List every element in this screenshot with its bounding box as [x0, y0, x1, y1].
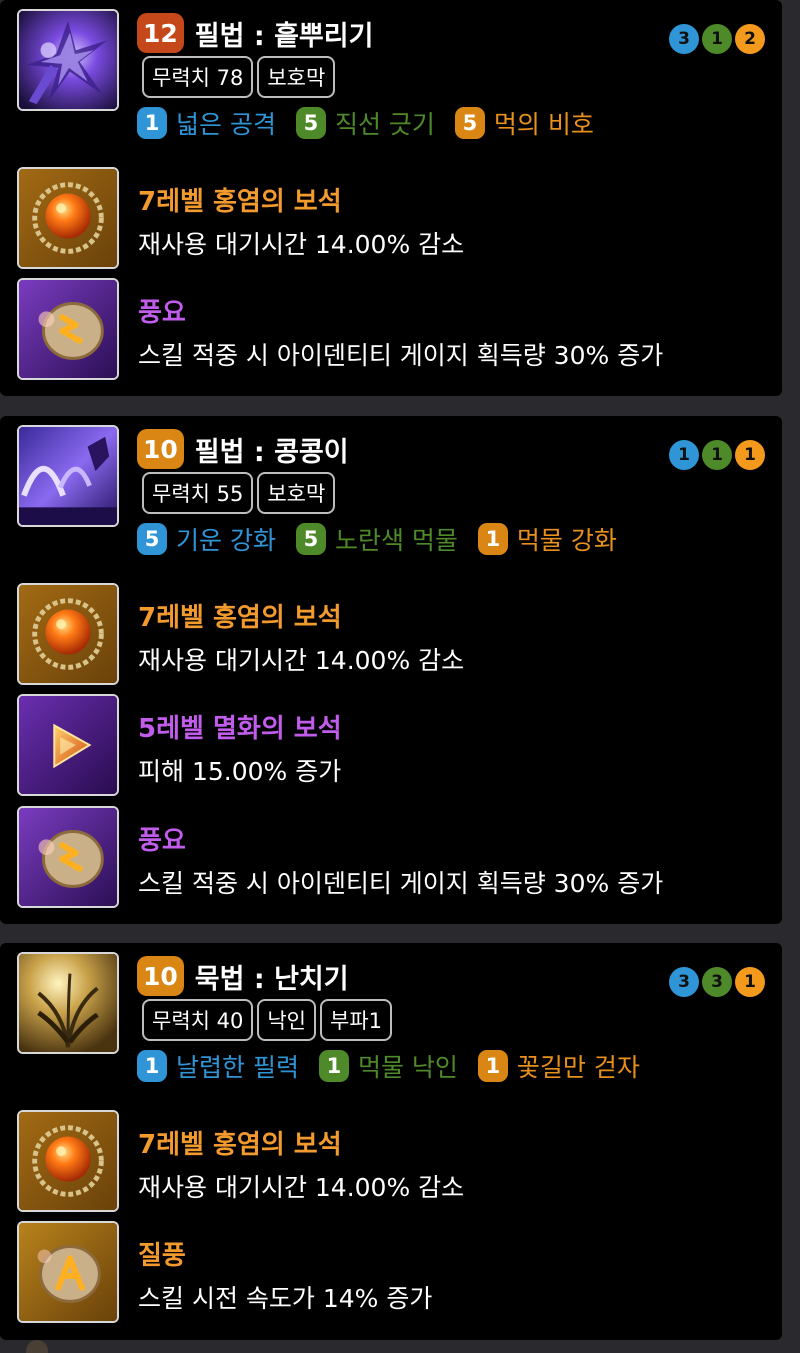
equip-gem[interactable]: 7레벨 홍염의 보석 재사용 대기시간 14.00% 감소: [17, 1110, 757, 1212]
tier-3-count: 2: [735, 24, 765, 54]
tripod-tier-summary: 3 3 1: [669, 967, 765, 997]
tripod-3[interactable]: 1 꽃길만 걷자: [477, 1048, 640, 1084]
equip-name: 7레벨 홍염의 보석: [138, 1130, 342, 1160]
equip-rune[interactable]: 풍요 스킬 적중 시 아이덴티티 게이지 획득량 30% 증가: [17, 278, 757, 380]
equip-desc: 피해 15.00% 증가: [138, 757, 342, 786]
equip-gem[interactable]: 5레벨 멸화의 보석 피해 15.00% 증가: [17, 694, 757, 796]
skill-tag: 무력치 78: [142, 56, 254, 98]
tripod-name: 먹물 낙인: [357, 1053, 458, 1082]
gem-red-icon: [17, 1110, 119, 1212]
tripod-name: 넓은 공격: [176, 110, 276, 139]
tripod-2[interactable]: 5 직선 긋기: [295, 105, 435, 141]
partial-icon: [26, 1340, 48, 1353]
tripod-3[interactable]: 5 먹의 비호: [454, 105, 594, 141]
skill-tag: 낙인: [257, 999, 316, 1041]
tripod-list: 5 기운 강화 5 노란색 먹물 1 먹물 강화: [137, 521, 637, 557]
tripod-3[interactable]: 1 먹물 강화: [477, 521, 617, 557]
skill-name: 묵법 : 난치기: [194, 963, 349, 995]
tripod-level: 1: [318, 1050, 349, 1082]
skill-card[interactable]: 12 필법 : 흩뿌리기 3 1 2 무력치 78 보호막 1 넓은 공격 5 …: [0, 0, 782, 396]
tripod-level: 5: [295, 523, 326, 555]
tier-1-count: 3: [669, 24, 699, 54]
equip-name: 풍요: [138, 826, 186, 856]
equip-name: 질풍: [138, 1241, 186, 1271]
equip-desc: 스킬 시전 속도가 14% 증가: [138, 1284, 433, 1313]
skill-tag: 무력치 55: [142, 472, 254, 514]
tier-1-count: 1: [669, 440, 699, 470]
tripod-tier-summary: 1 1 1: [669, 440, 765, 470]
equip-desc: 재사용 대기시간 14.00% 감소: [138, 230, 465, 259]
skill-name: 필법 : 흩뿌리기: [194, 20, 374, 52]
equip-name: 5레벨 멸화의 보석: [138, 714, 342, 744]
equip-name: 7레벨 홍염의 보석: [138, 187, 342, 217]
equip-name: 7레벨 홍염의 보석: [138, 603, 342, 633]
gem-red-icon: [17, 167, 119, 269]
skill-tag: 보호막: [257, 56, 336, 98]
skill-tag: 부파1: [320, 999, 393, 1041]
equip-desc: 재사용 대기시간 14.00% 감소: [138, 1173, 465, 1202]
skill-icon-golden-orchid: [17, 952, 119, 1054]
equip-desc: 스킬 적중 시 아이덴티티 게이지 획득량 30% 증가: [138, 341, 664, 370]
rune-icon: [17, 278, 119, 380]
tripod-2[interactable]: 1 먹물 낙인: [318, 1048, 458, 1084]
skill-icon-purple-bounce: [17, 425, 119, 527]
tripod-name: 기운 강화: [176, 526, 276, 555]
tripod-level: 5: [137, 523, 167, 555]
tripod-1[interactable]: 5 기운 강화: [137, 521, 276, 557]
rune-icon: [17, 1221, 119, 1323]
equip-rune[interactable]: 질풍 스킬 시전 속도가 14% 증가: [17, 1221, 757, 1323]
skill-name: 필법 : 콩콩이: [194, 436, 349, 468]
skill-tags: 무력치 40 낙인 부파1: [142, 999, 393, 1041]
equip-desc: 재사용 대기시간 14.00% 감소: [138, 646, 465, 675]
skill-tags: 무력치 78 보호막: [142, 56, 336, 98]
tier-2-count: 3: [702, 967, 732, 997]
skill-tag: 보호막: [257, 472, 336, 514]
tier-1-count: 3: [669, 967, 699, 997]
tripod-level: 1: [137, 107, 167, 139]
skill-card[interactable]: 10 필법 : 콩콩이 1 1 1 무력치 55 보호막 5 기운 강화 5 노…: [0, 416, 782, 924]
tripod-list: 1 날렵한 필력 1 먹물 낙인 1 꽃길만 걷자: [137, 1048, 660, 1084]
equip-gem[interactable]: 7레벨 홍염의 보석 재사용 대기시간 14.00% 감소: [17, 583, 757, 685]
skill-level-badge: 10: [137, 429, 184, 469]
skill-tags: 무력치 55 보호막: [142, 472, 336, 514]
skill-header: 12 필법 : 흩뿌리기: [137, 13, 373, 53]
rune-icon: [17, 806, 119, 908]
tripod-level: 5: [454, 107, 485, 139]
equip-desc: 스킬 적중 시 아이덴티티 게이지 획득량 30% 증가: [138, 869, 664, 898]
tripod-list: 1 넓은 공격 5 직선 긋기 5 먹의 비호: [137, 105, 614, 141]
tripod-level: 1: [477, 523, 508, 555]
tripod-2[interactable]: 5 노란색 먹물: [295, 521, 458, 557]
tripod-level: 1: [477, 1050, 508, 1082]
skill-card[interactable]: 10 묵법 : 난치기 3 3 1 무력치 40 낙인 부파1 1 날렵한 필력…: [0, 943, 782, 1340]
equip-gem[interactable]: 7레벨 홍염의 보석 재사용 대기시간 14.00% 감소: [17, 167, 757, 269]
gem-red-icon: [17, 583, 119, 685]
skill-header: 10 묵법 : 난치기: [137, 956, 349, 996]
tripod-1[interactable]: 1 넓은 공격: [137, 105, 276, 141]
equip-name: 풍요: [138, 298, 186, 328]
tripod-name: 직선 긋기: [334, 110, 435, 139]
gem-purple-icon: [17, 694, 119, 796]
skill-header: 10 필법 : 콩콩이: [137, 429, 349, 469]
tripod-name: 먹물 강화: [516, 526, 617, 555]
skill-tag: 무력치 40: [142, 999, 254, 1041]
skill-level-badge: 10: [137, 956, 184, 996]
tripod-name: 꽃길만 걷자: [516, 1053, 640, 1082]
equip-rune[interactable]: 풍요 스킬 적중 시 아이덴티티 게이지 획득량 30% 증가: [17, 806, 757, 908]
tier-2-count: 1: [702, 440, 732, 470]
tripod-level: 1: [137, 1050, 167, 1082]
tripod-level: 5: [295, 107, 326, 139]
tier-2-count: 1: [702, 24, 732, 54]
tripod-name: 먹의 비호: [493, 110, 594, 139]
tripod-1[interactable]: 1 날렵한 필력: [137, 1048, 299, 1084]
tripod-tier-summary: 3 1 2: [669, 24, 765, 54]
tripod-name: 노란색 먹물: [334, 526, 458, 555]
tier-3-count: 1: [735, 967, 765, 997]
skill-icon-purple-shards: [17, 9, 119, 111]
tripod-name: 날렵한 필력: [176, 1053, 299, 1082]
skill-level-badge: 12: [137, 13, 184, 53]
tier-3-count: 1: [735, 440, 765, 470]
